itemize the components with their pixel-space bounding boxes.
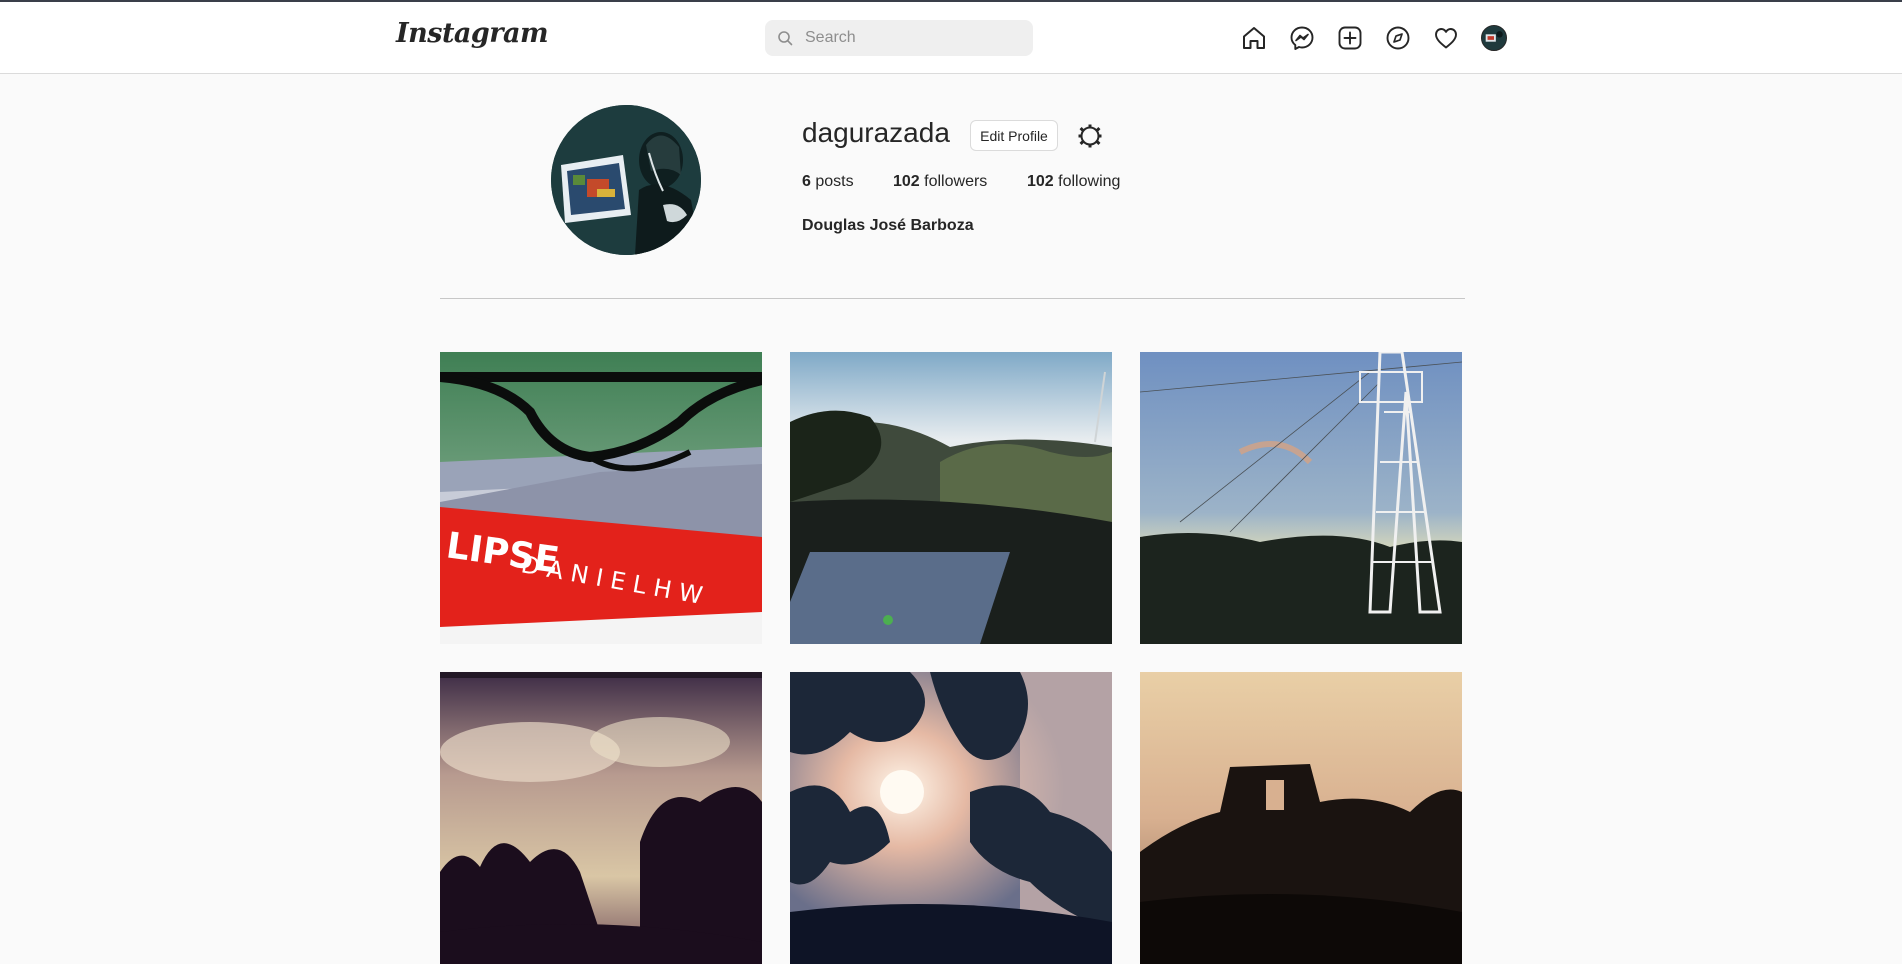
search-icon: [778, 31, 793, 46]
new-post-icon[interactable]: [1336, 24, 1364, 52]
profile-divider: [440, 298, 1465, 299]
edit-profile-button[interactable]: Edit Profile: [970, 120, 1058, 151]
messenger-icon[interactable]: [1288, 24, 1316, 52]
gear-icon[interactable]: [1077, 123, 1103, 149]
post-thumbnail[interactable]: [790, 672, 1112, 964]
post-thumbnail[interactable]: [1140, 672, 1462, 964]
profile-full-name: Douglas José Barboza: [802, 217, 974, 234]
search-input[interactable]: [805, 20, 1025, 56]
post-thumbnail[interactable]: [440, 672, 762, 964]
search-box[interactable]: [765, 20, 1033, 56]
profile-username: dagurazada: [802, 117, 950, 148]
post-thumbnail[interactable]: LIPSE D A N I E L H W: [440, 352, 762, 644]
instagram-logo[interactable]: Instagram: [396, 18, 549, 49]
posts-count: 6 posts: [802, 173, 854, 190]
home-icon[interactable]: [1240, 24, 1268, 52]
followers-count[interactable]: 102 followers: [893, 173, 987, 191]
explore-icon[interactable]: [1384, 24, 1412, 52]
post-thumbnail[interactable]: [790, 352, 1112, 644]
profile-avatar-icon[interactable]: [1481, 25, 1507, 51]
top-navbar: Instagram: [0, 2, 1902, 74]
profile-avatar[interactable]: [551, 105, 701, 255]
post-thumbnail[interactable]: [1140, 352, 1462, 644]
following-count[interactable]: 102 following: [1027, 173, 1120, 191]
activity-heart-icon[interactable]: [1432, 24, 1460, 52]
